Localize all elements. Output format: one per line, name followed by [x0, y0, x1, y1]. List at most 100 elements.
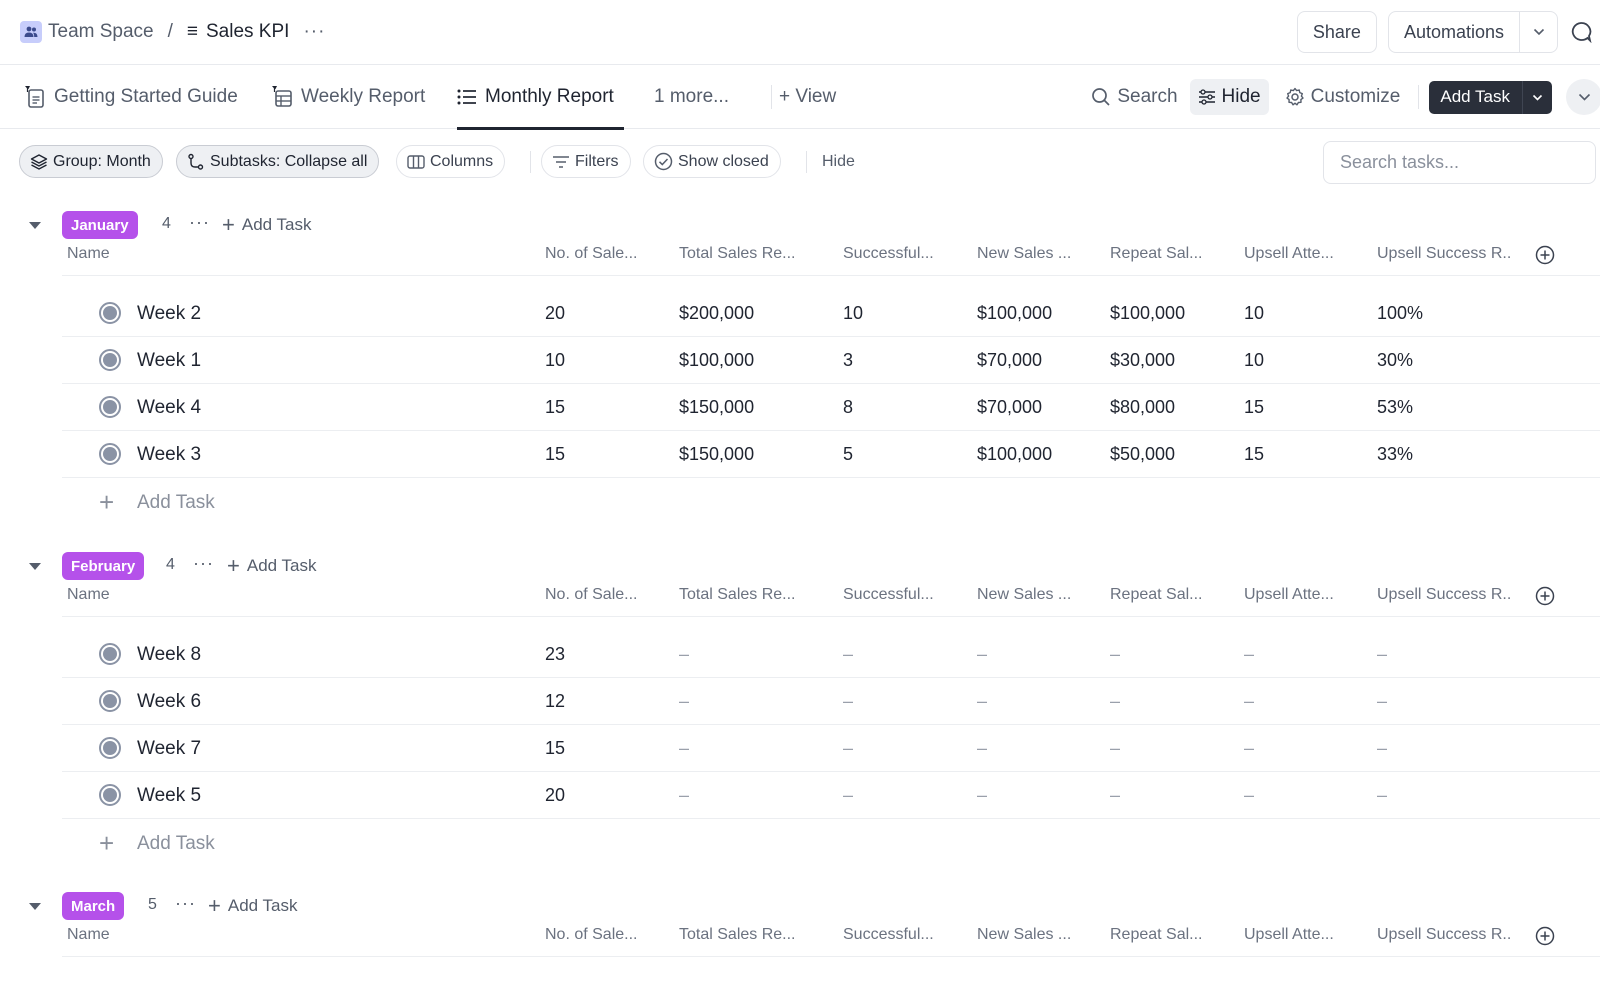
- table-cell[interactable]: 12: [545, 691, 565, 712]
- table-cell[interactable]: 10: [545, 350, 565, 371]
- table-cell[interactable]: –: [1244, 785, 1254, 806]
- table-cell[interactable]: $150,000: [679, 397, 754, 418]
- table-cell[interactable]: 15: [545, 738, 565, 759]
- table-cell[interactable]: 30%: [1377, 350, 1413, 371]
- table-cell[interactable]: –: [843, 644, 853, 665]
- group-more-icon[interactable]: ···: [189, 212, 210, 233]
- tab-monthly-report[interactable]: Monthly Report: [457, 65, 624, 130]
- group-badge[interactable]: January: [62, 211, 138, 239]
- add-column-icon[interactable]: [1535, 926, 1555, 951]
- task-name[interactable]: Week 5: [137, 785, 201, 807]
- table-cell[interactable]: $100,000: [977, 303, 1052, 324]
- table-cell[interactable]: 33%: [1377, 444, 1413, 465]
- column-header[interactable]: Repeat Sal...: [1110, 245, 1203, 263]
- add-task-dropdown[interactable]: [1522, 80, 1552, 114]
- status-circle-icon[interactable]: [99, 302, 121, 324]
- task-name[interactable]: Week 6: [137, 691, 201, 713]
- group-add-task-button[interactable]: + Add Task: [227, 555, 316, 577]
- table-cell[interactable]: –: [1377, 644, 1387, 665]
- group-badge[interactable]: February: [62, 552, 145, 580]
- column-header[interactable]: Total Sales Re...: [679, 245, 796, 263]
- table-cell[interactable]: 10: [1244, 350, 1264, 371]
- column-header-name[interactable]: Name: [67, 245, 110, 263]
- breadcrumb-sales-kpi[interactable]: Sales KPI: [206, 21, 289, 43]
- table-cell[interactable]: 15: [1244, 397, 1264, 418]
- table-cell[interactable]: $100,000: [1110, 303, 1185, 324]
- hide-filters-link[interactable]: Hide: [822, 153, 855, 171]
- table-cell[interactable]: 15: [545, 397, 565, 418]
- table-cell[interactable]: –: [843, 691, 853, 712]
- table-cell[interactable]: –: [1110, 785, 1120, 806]
- more-options-icon[interactable]: ···: [303, 21, 325, 43]
- column-header[interactable]: Upsell Atte...: [1244, 586, 1334, 604]
- status-circle-icon[interactable]: [99, 349, 121, 371]
- collapse-group-caret-icon[interactable]: [29, 222, 41, 229]
- table-cell[interactable]: 20: [545, 785, 565, 806]
- status-circle-icon[interactable]: [99, 737, 121, 759]
- breadcrumb-team-space[interactable]: Team Space: [48, 21, 154, 43]
- table-cell[interactable]: –: [1377, 691, 1387, 712]
- table-cell[interactable]: –: [843, 738, 853, 759]
- table-cell[interactable]: $200,000: [679, 303, 754, 324]
- group-add-task-button[interactable]: + Add Task: [222, 214, 311, 236]
- table-row[interactable]: Week 2 20 $200,000 10 $100,000 $100,000 10 100%: [62, 290, 1600, 337]
- table-cell[interactable]: –: [679, 785, 689, 806]
- customize-button[interactable]: Customize: [1277, 79, 1409, 115]
- table-cell[interactable]: $100,000: [679, 350, 754, 371]
- table-cell[interactable]: –: [1110, 644, 1120, 665]
- search-tasks-input[interactable]: [1323, 141, 1596, 184]
- collapse-group-caret-icon[interactable]: [29, 563, 41, 570]
- table-cell[interactable]: 3: [843, 350, 853, 371]
- table-cell[interactable]: 15: [545, 444, 565, 465]
- column-header[interactable]: Repeat Sal...: [1110, 926, 1203, 944]
- group-more-icon[interactable]: ···: [175, 893, 196, 914]
- column-header[interactable]: Total Sales Re...: [679, 926, 796, 944]
- show-closed-chip[interactable]: Show closed: [643, 145, 781, 178]
- tab-getting-started-guide[interactable]: Getting Started Guide: [24, 65, 238, 129]
- status-circle-icon[interactable]: [99, 643, 121, 665]
- column-header-name[interactable]: Name: [67, 586, 110, 604]
- filters-chip[interactable]: Filters: [541, 145, 631, 178]
- chat-icon[interactable]: [1570, 11, 1600, 53]
- task-name[interactable]: Week 4: [137, 397, 201, 419]
- column-header[interactable]: Upsell Success R..: [1377, 926, 1511, 944]
- table-cell[interactable]: 15: [1244, 444, 1264, 465]
- column-header[interactable]: New Sales ...: [977, 245, 1071, 263]
- column-header[interactable]: Upsell Success R..: [1377, 586, 1511, 604]
- task-name[interactable]: Week 1: [137, 350, 201, 372]
- column-header[interactable]: Successful...: [843, 926, 934, 944]
- table-cell[interactable]: $70,000: [977, 350, 1042, 371]
- table-cell[interactable]: $80,000: [1110, 397, 1175, 418]
- table-cell[interactable]: $70,000: [977, 397, 1042, 418]
- table-cell[interactable]: 20: [545, 303, 565, 324]
- table-cell[interactable]: $50,000: [1110, 444, 1175, 465]
- add-task-row[interactable]: + Add Task: [62, 819, 462, 867]
- tab-weekly-report[interactable]: Weekly Report: [271, 65, 425, 129]
- collapse-toolbar-button[interactable]: [1566, 79, 1600, 115]
- automations-button[interactable]: Automations: [1389, 12, 1520, 52]
- table-cell[interactable]: 5: [843, 444, 853, 465]
- table-cell[interactable]: 100%: [1377, 303, 1423, 324]
- status-circle-icon[interactable]: [99, 396, 121, 418]
- table-row[interactable]: Week 1 10 $100,000 3 $70,000 $30,000 10 30%: [62, 337, 1600, 384]
- table-cell[interactable]: $100,000: [977, 444, 1052, 465]
- search-button[interactable]: Search: [1083, 79, 1185, 115]
- table-cell[interactable]: –: [977, 738, 987, 759]
- table-cell[interactable]: –: [1377, 738, 1387, 759]
- status-circle-icon[interactable]: [99, 784, 121, 806]
- column-header[interactable]: No. of Sale...: [545, 586, 638, 604]
- table-row[interactable]: Week 7 15 – – – – – –: [62, 725, 1600, 772]
- table-cell[interactable]: 53%: [1377, 397, 1413, 418]
- table-cell[interactable]: –: [843, 785, 853, 806]
- table-cell[interactable]: 10: [1244, 303, 1264, 324]
- table-row[interactable]: Week 8 23 – – – – – –: [62, 631, 1600, 678]
- add-view-button[interactable]: + View: [779, 65, 836, 129]
- table-cell[interactable]: –: [977, 644, 987, 665]
- column-header-name[interactable]: Name: [67, 926, 110, 944]
- add-column-icon[interactable]: [1535, 245, 1555, 270]
- automations-dropdown[interactable]: [1520, 12, 1557, 52]
- column-header[interactable]: Repeat Sal...: [1110, 586, 1203, 604]
- tab-more-views[interactable]: 1 more...: [654, 65, 729, 129]
- task-name[interactable]: Week 8: [137, 644, 201, 666]
- table-cell[interactable]: –: [977, 691, 987, 712]
